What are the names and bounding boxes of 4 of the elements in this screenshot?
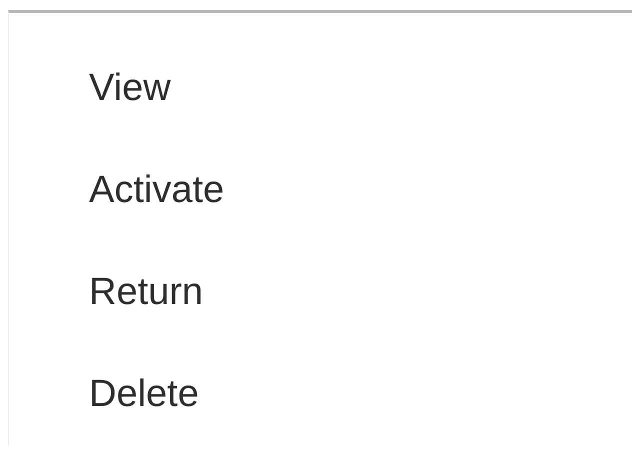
- menu-item[interactable]: Delete: [89, 372, 199, 416]
- menu-item[interactable]: Activate: [89, 168, 224, 212]
- menu-item[interactable]: Return: [89, 270, 204, 314]
- menu-item[interactable]: View: [89, 66, 171, 110]
